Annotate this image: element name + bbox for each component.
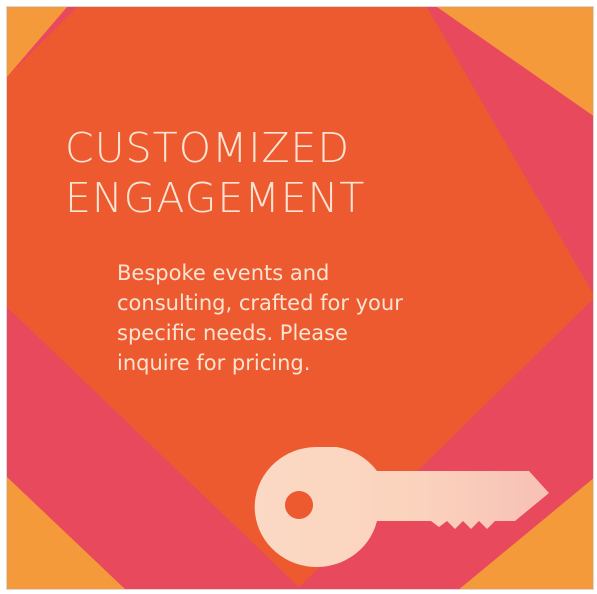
description-line-3: specific needs. Please bbox=[117, 321, 348, 345]
key-icon bbox=[254, 447, 549, 567]
description-line-1: Bespoke events and bbox=[117, 261, 330, 285]
engagement-card: CUSTOMIZED ENGAGEMENT Bespoke events and… bbox=[6, 6, 594, 590]
card-title: CUSTOMIZED ENGAGEMENT bbox=[65, 123, 365, 223]
title-line-1: CUSTOMIZED bbox=[65, 124, 351, 172]
description-line-2: consulting, crafted for your bbox=[117, 291, 403, 315]
card-description: Bespoke events and consulting, crafted f… bbox=[117, 258, 497, 378]
description-line-4: inquire for pricing. bbox=[117, 351, 311, 375]
title-line-2: ENGAGEMENT bbox=[65, 174, 366, 222]
